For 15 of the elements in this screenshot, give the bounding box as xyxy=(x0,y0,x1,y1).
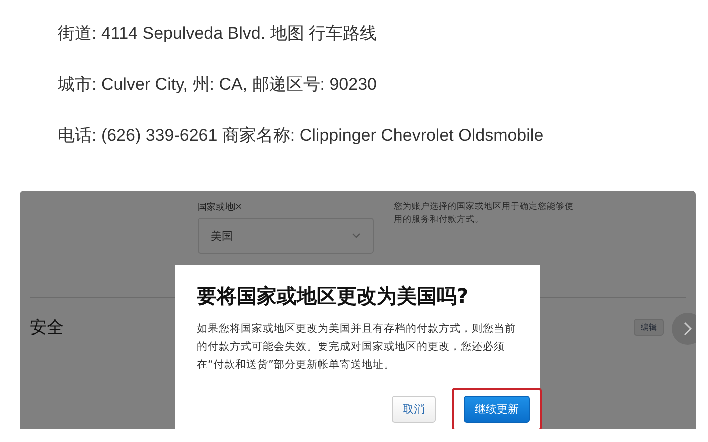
info-line: 电话: (626) 339-6261 商家名称: Clippinger Chevrolet Oldsmobile xyxy=(58,125,545,147)
next-arrow-button[interactable] xyxy=(672,313,696,345)
info-line: 街道: 4114 Sepulveda Blvd. 地图 行车路线 xyxy=(58,23,378,45)
chevron-right-icon xyxy=(683,321,693,337)
chevron-down-icon xyxy=(352,233,361,239)
section-title: 安全 xyxy=(30,317,64,339)
continue-button[interactable]: 继续更新 xyxy=(464,396,530,423)
field-label: 国家或地区 xyxy=(198,202,244,214)
help-text: 您为账户选择的国家或地区用于确定您能够使用的服务和付款方式。 xyxy=(394,201,574,227)
edit-button[interactable]: 编辑 xyxy=(634,319,664,336)
info-line: 城市: Culver City, 州: CA, 邮递区号: 90230 xyxy=(58,74,378,96)
country-select[interactable]: 美国 xyxy=(198,218,374,254)
dialog-message: 如果您将国家或地区更改为美国并且有存档的付款方式，则您当前的付款方式可能会失效。要完成对国家或地区的更改，您还必须在“付款和送货”部分更新帐单寄送地址。 xyxy=(197,322,517,373)
cancel-button[interactable]: 取消 xyxy=(392,396,436,423)
dialog-title: 要将国家或地区更改为美国吗? xyxy=(197,283,470,310)
